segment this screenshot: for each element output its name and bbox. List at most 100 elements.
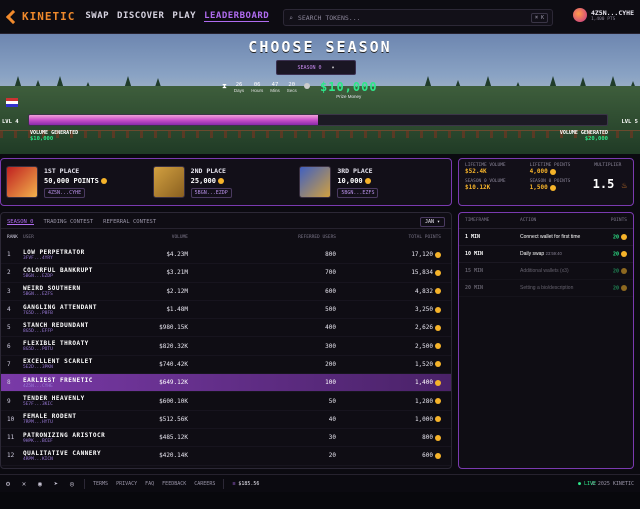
- row-volume: $1.48M: [166, 306, 188, 314]
- countdown-secs: 20 Secs: [286, 82, 297, 93]
- activity-item[interactable]: 10 MIN Daily swap 23:59:40 20: [459, 246, 633, 263]
- row-rank: 4: [7, 306, 11, 314]
- tab-season[interactable]: SEASON 0: [7, 219, 34, 225]
- multiplier-label: MULTIPLIER: [594, 163, 622, 168]
- activity-action: Connect wallet for first time: [520, 234, 581, 240]
- col-user: USER: [23, 235, 34, 240]
- table-row[interactable]: 6 FLEXIBLE THROATY 8G5D...POTU $820.32K 300 2…: [1, 337, 451, 356]
- chevron-down-icon: ▾: [436, 219, 440, 225]
- table-row[interactable]: 11 PATRONIZING ARISTOCR 9HPK...BCEF $485.12…: [1, 429, 451, 448]
- season-volume: $10.12K: [465, 184, 491, 191]
- table-row[interactable]: 10 FEMALE RODENT 7RPM...HYTU $512.56K 40 1,00…: [1, 411, 451, 429]
- footer-link-faq[interactable]: FAQ: [145, 481, 154, 487]
- row-points: 2,626: [336, 324, 441, 331]
- settings-icon[interactable]: ⚙: [4, 480, 12, 488]
- prize-money: $10,000 Prize Money: [320, 80, 378, 99]
- nav-play[interactable]: PLAY: [172, 11, 196, 22]
- points-activity-panel: TIMEFRAME ACTION POINTS 1 MIN Connect wal…: [458, 212, 634, 469]
- podium-address[interactable]: 5BGN...EZFS: [337, 187, 379, 198]
- user-address: 7G5D...P8FB: [23, 310, 53, 316]
- footer-link-feedback[interactable]: FEEDBACK: [162, 481, 186, 487]
- table-row[interactable]: 9 TENDER HEAVENLY 5E7F...3KIC $600.10K 50 1,2…: [1, 392, 451, 411]
- nav-swap[interactable]: SWAP: [85, 11, 109, 22]
- activity-item[interactable]: 20 MIN Setting a bio/description 20: [459, 280, 633, 297]
- nav-discover[interactable]: DISCOVER: [117, 11, 164, 22]
- coin-icon: [435, 269, 441, 276]
- activity-points: 20: [613, 250, 627, 257]
- tab-trading-contest[interactable]: TRADING CONTEST: [44, 219, 94, 225]
- row-user: TENDER HEAVENLY 5E7F...3KIC: [23, 395, 128, 407]
- coin-icon: [549, 168, 556, 175]
- row-referred: 200: [325, 360, 336, 368]
- col-timeframe: TIMEFRAME: [465, 218, 490, 223]
- footer-link-privacy[interactable]: PRIVACY: [116, 481, 137, 487]
- search-input[interactable]: ⌕ SEARCH TOKENS... ⌘ K: [283, 9, 553, 26]
- flag-icon: [6, 98, 18, 107]
- discord-icon[interactable]: ◉: [36, 480, 44, 488]
- table-row-current-user[interactable]: 8 EARLIEST FRENETIC 4Z5N...CYHE $649.12K 100…: [1, 374, 451, 393]
- lifetime-volume: $52.4K: [465, 168, 487, 175]
- podium-points: 25,000: [191, 177, 232, 185]
- activity-item[interactable]: 15 MIN Additional wallets (x3) 20: [459, 263, 633, 280]
- multiplier-value: 1.5 ♨: [592, 177, 627, 191]
- user-name: PATRONIZING ARISTOCR: [23, 431, 106, 439]
- hourglass-icon: ⧗: [222, 82, 227, 90]
- podium-address[interactable]: 4Z5N...CYHE: [44, 187, 86, 198]
- table-row[interactable]: 4 GANGLING ATTENDANT 7G5D...P8FB $1.48M 500 3…: [1, 301, 451, 320]
- row-user: FLEXIBLE THROATY 8G5D...POTU: [23, 340, 128, 352]
- github-icon[interactable]: ◎: [68, 480, 76, 488]
- user-menu[interactable]: 4Z5N...CYHE 1,400 PTS: [572, 8, 634, 22]
- logo-text: KINETIC: [22, 10, 76, 23]
- table-row[interactable]: 12 QUALITATIVE CANNERY 4RPM...KICN $420.14K…: [1, 447, 451, 466]
- x-icon[interactable]: ✕: [20, 480, 28, 488]
- col-total-points[interactable]: TOTAL POINTS: [336, 235, 441, 240]
- season-select[interactable]: SEASON 0 ▾: [276, 60, 356, 75]
- row-user: LOW PERPETRATOR 3FVF...4YRY: [23, 249, 128, 261]
- tab-referral-contest[interactable]: REFERRAL CONTEST: [103, 219, 156, 225]
- row-points: 2,500: [336, 343, 441, 350]
- info-icon[interactable]: [303, 83, 310, 89]
- col-volume[interactable]: VOLUME: [128, 235, 188, 240]
- podium-address[interactable]: 5BGN...EZDP: [190, 187, 232, 198]
- coin-icon: [435, 434, 441, 441]
- activity-points: 20: [613, 284, 627, 291]
- logo[interactable]: KINETIC: [6, 10, 75, 23]
- row-volume: $3.21M: [166, 269, 188, 277]
- table-row[interactable]: 5 STANCH REDUNDANT 8G5D...EFFP $980.15K 400 2…: [1, 319, 451, 338]
- podium-points: 50,000 POINTS: [44, 177, 107, 185]
- countdown: ⧗ 26 Days 06 Hours 47 Mins 20 Secs: [222, 82, 310, 93]
- row-referred: 40: [328, 415, 336, 423]
- table-row[interactable]: 2 COLORFUL BANKRUPT 5BGN...EZDP $3.21M 700 15…: [1, 264, 451, 283]
- row-user: FEMALE RODENT 7RPM...HYTU: [23, 413, 128, 425]
- crown-avatar-icon: [6, 166, 38, 198]
- user-address: 4Z5N...CYHE: [23, 383, 53, 389]
- user-name: STANCH REDUNDANT: [23, 321, 89, 329]
- user-address: 7RPM...HYTU: [23, 420, 53, 426]
- coin-icon: [621, 233, 627, 240]
- fire-icon: ♨: [621, 181, 627, 191]
- nav-leaderboard[interactable]: LEADERBOARD: [204, 11, 270, 22]
- month-select[interactable]: JAN ▾: [419, 217, 445, 227]
- col-action: ACTION: [520, 218, 537, 223]
- row-user: PATRONIZING ARISTOCR 9HPK...BCEF: [23, 432, 128, 444]
- row-volume: $2.12M: [166, 287, 188, 295]
- table-row[interactable]: 1 LOW PERPETRATOR 3FVF...4YRY $4.23M 800 17,1…: [1, 246, 451, 265]
- footer-link-careers[interactable]: CAREERS: [194, 481, 215, 487]
- telegram-icon[interactable]: ➤: [52, 480, 60, 488]
- row-volume: $4.23M: [166, 251, 188, 259]
- footer-link-terms[interactable]: TERMS: [93, 481, 108, 487]
- user-address: 8G5D...POTU: [23, 347, 53, 353]
- col-referred[interactable]: REFERRED USERS: [188, 235, 336, 240]
- user-address: 5BGN...EZFS: [23, 292, 53, 298]
- row-referred: 20: [328, 452, 336, 460]
- top-three-podium: 1ST PLACE 50,000 POINTS 4Z5N...CYHE 2ND …: [0, 158, 452, 206]
- table-row[interactable]: 7 EXCELLENT SCARLET 5E2D...3PKN $740.42K 200…: [1, 356, 451, 375]
- activity-action: Setting a bio/description: [520, 285, 574, 291]
- row-user: COLORFUL BANKRUPT 5BGN...EZDP: [23, 267, 128, 279]
- table-row[interactable]: 3 WEIRD SOUTHERN 5BGN...EZFS $2.12M 600 4,832: [1, 283, 451, 301]
- search-placeholder: SEARCH TOKENS...: [297, 13, 361, 22]
- row-volume: $420.14K: [159, 452, 188, 460]
- level-right: LVL 5: [621, 119, 638, 125]
- activity-item[interactable]: 1 MIN Connect wallet for first time 20: [459, 229, 633, 246]
- user-name: EARLIEST FRENETIC: [23, 376, 93, 384]
